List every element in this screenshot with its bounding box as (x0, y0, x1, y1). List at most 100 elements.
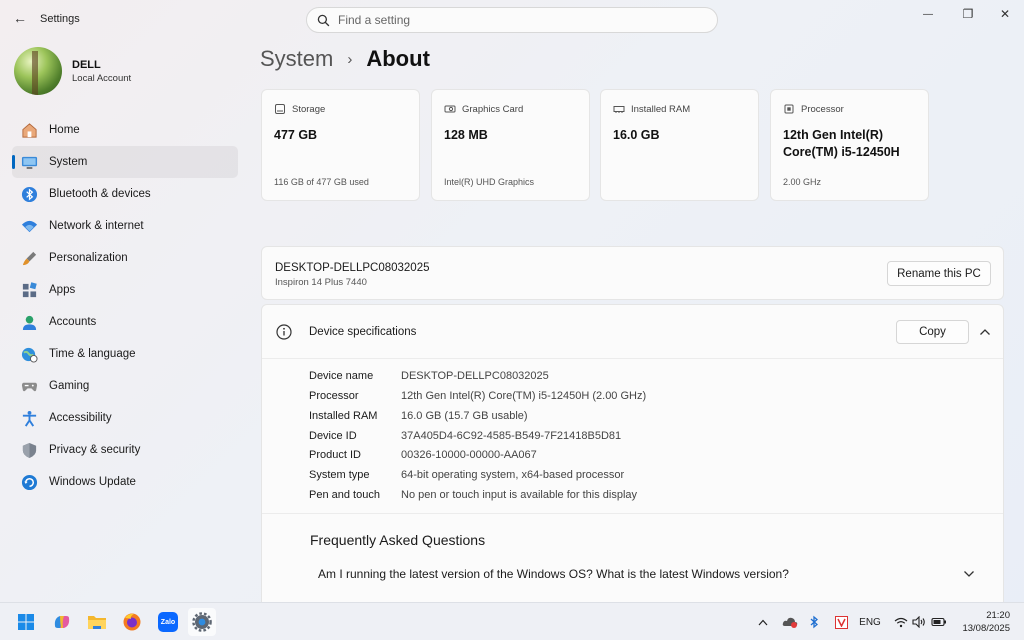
card-label: Installed RAM (631, 103, 691, 115)
volume-tray-icon[interactable] (911, 603, 927, 640)
graphics-card[interactable]: Graphics Card 128 MB Intel(R) UHD Graphi… (431, 89, 590, 201)
language-indicator[interactable]: ENG (856, 603, 884, 640)
sidebar-item-label: Network & internet (49, 220, 144, 232)
wifi-icon (894, 617, 908, 627)
firefox-icon (123, 613, 141, 631)
cloud-icon (782, 617, 798, 628)
search-box[interactable] (306, 7, 718, 33)
close-icon: ✕ (999, 7, 1011, 21)
antivirus-tray-button[interactable] (832, 603, 850, 640)
spec-value: 12th Gen Intel(R) Core(TM) i5-12450H (2.… (401, 390, 647, 402)
sidebar-item-gaming[interactable]: Gaming (12, 370, 238, 402)
spec-value: 64-bit operating system, x64-based proce… (401, 469, 625, 481)
wifi-tray-icon[interactable] (893, 603, 909, 640)
sidebar-item-system[interactable]: System (12, 146, 238, 178)
monitor-icon (20, 153, 38, 171)
back-button[interactable]: ← (8, 6, 32, 30)
sidebar-item-personalization[interactable]: Personalization (12, 242, 238, 274)
spec-key: Device ID (309, 430, 357, 442)
card-value: 12th Gen Intel(R) Core(TM) i5-12450H (783, 128, 900, 159)
apps-icon (20, 281, 38, 299)
settings-app[interactable] (188, 608, 216, 636)
clock-date: 13/08/2025 (962, 623, 1010, 634)
search-icon (317, 14, 330, 26)
search-input[interactable] (338, 13, 698, 27)
battery-tray-icon[interactable] (930, 603, 948, 640)
storage-card[interactable]: Storage 477 GB 116 GB of 477 GB used (261, 89, 420, 201)
copilot-app[interactable] (48, 608, 76, 636)
onedrive-tray-button[interactable] (780, 603, 800, 640)
firefox-app[interactable] (118, 608, 146, 636)
breadcrumb-parent[interactable]: System (260, 46, 333, 72)
system-clock[interactable]: 21:20 13/08/2025 (962, 609, 1010, 635)
spec-value: 00326-10000-00000-AA067 (401, 449, 537, 461)
user-profile[interactable]: DELL Local Account (14, 47, 131, 95)
zalo-app[interactable]: Zalo (154, 608, 182, 636)
chevron-down-icon[interactable] (963, 570, 975, 578)
processor-card[interactable]: Processor 12th Gen Intel(R) Core(TM) i5-… (770, 89, 929, 201)
wifi-icon (20, 217, 38, 235)
device-specifications-header[interactable]: Device specifications Copy (262, 305, 1003, 359)
profile-account-type: Local Account (72, 72, 132, 84)
title-bar: ← Settings — ❐ ✕ (0, 0, 1024, 40)
card-value: 128 MB (444, 128, 488, 142)
sidebar-item-accessibility[interactable]: Accessibility (12, 402, 238, 434)
faq-title: Frequently Asked Questions (310, 532, 486, 548)
close-button[interactable]: ✕ (987, 4, 1023, 24)
sidebar-item-apps[interactable]: Apps (12, 274, 238, 306)
copy-button[interactable]: Copy (896, 320, 969, 344)
spec-value: No pen or touch input is available for t… (401, 489, 638, 501)
show-hidden-icons-button[interactable] (754, 603, 772, 640)
device-specifications-title: Device specifications (309, 326, 417, 338)
spec-row-installed-ram: Installed RAM 16.0 GB (15.7 GB usable) (309, 410, 528, 422)
spec-row-device-id: Device ID 37A405D4-6C92-4585-B549-7F2141… (309, 430, 621, 442)
sidebar-item-windows-update[interactable]: Windows Update (12, 466, 238, 498)
maximize-button[interactable]: ❐ (950, 4, 986, 24)
rename-pc-button[interactable]: Rename this PC (887, 261, 991, 286)
sidebar-item-label: Apps (49, 284, 76, 296)
divider (262, 513, 1003, 514)
sidebar-item-time-language[interactable]: Time & language (12, 338, 238, 370)
zalo-icon: Zalo (158, 612, 178, 632)
home-icon (20, 121, 38, 139)
ram-icon (613, 106, 625, 113)
spec-key: Installed RAM (309, 410, 378, 422)
faq-question[interactable]: Am I running the latest version of the W… (318, 567, 789, 581)
sidebar-item-label: Gaming (49, 380, 90, 392)
minimize-button[interactable]: — (910, 4, 946, 24)
start-button[interactable] (12, 608, 40, 636)
page-title: About (366, 46, 430, 71)
spec-key: Pen and touch (309, 489, 380, 501)
sidebar-item-privacy[interactable]: Privacy & security (12, 434, 238, 466)
battery-icon (931, 617, 946, 627)
sidebar-item-accounts[interactable]: Accounts (12, 306, 238, 338)
sidebar-item-label: Personalization (49, 252, 128, 264)
file-explorer-app[interactable] (83, 608, 111, 636)
info-icon (276, 324, 292, 340)
chevron-up-icon[interactable] (979, 328, 991, 336)
bluetooth-tray-button[interactable] (806, 603, 822, 640)
storage-drive-icon (275, 104, 285, 114)
card-label: Storage (292, 103, 326, 115)
spec-key: Product ID (309, 449, 361, 461)
sidebar-item-label: Time & language (49, 348, 136, 360)
processor-chip-icon (784, 104, 794, 114)
card-label: Graphics Card (462, 103, 524, 115)
sidebar-item-label: Accessibility (49, 412, 112, 424)
bluetooth-icon (20, 185, 38, 203)
sidebar-item-label: Home (49, 124, 80, 136)
spec-row-product-id: Product ID 00326-10000-00000-AA067 (309, 449, 537, 461)
graphics-card-icon (444, 105, 456, 113)
copilot-icon (54, 616, 70, 628)
gamepad-icon (20, 377, 38, 395)
spec-row-system-type: System type 64-bit operating system, x64… (309, 469, 624, 481)
avatar (14, 47, 62, 95)
spec-row-pen-touch: Pen and touch No pen or touch input is a… (309, 489, 637, 501)
sidebar-item-home[interactable]: Home (12, 114, 238, 146)
installed-ram-card[interactable]: Installed RAM 16.0 GB (600, 89, 759, 201)
breadcrumb: System › About (260, 46, 430, 72)
brush-icon (20, 249, 38, 267)
sidebar-item-label: Privacy & security (49, 444, 141, 456)
sidebar-item-network[interactable]: Network & internet (12, 210, 238, 242)
sidebar-item-bluetooth[interactable]: Bluetooth & devices (12, 178, 238, 210)
